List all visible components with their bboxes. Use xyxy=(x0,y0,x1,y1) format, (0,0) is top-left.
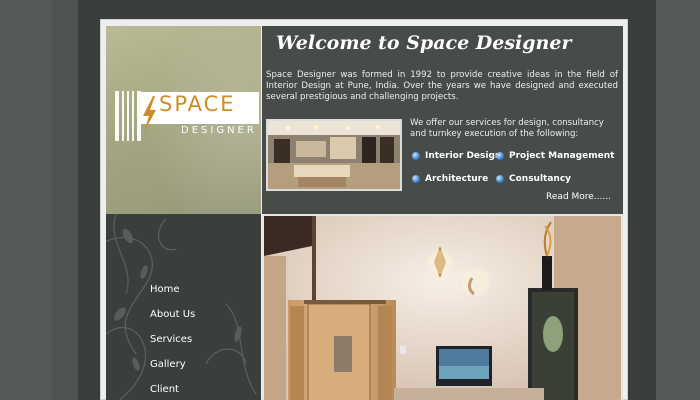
interior-thumbnail-photo xyxy=(266,119,402,191)
service-label: Project Management xyxy=(509,151,615,161)
service-project-management[interactable]: Project Management xyxy=(496,151,614,161)
navigation-panel: Home About Us Services Gallery Client xyxy=(106,214,261,400)
bullet-icon xyxy=(412,152,420,160)
nav-item-services[interactable]: Services xyxy=(150,334,192,345)
service-label: Interior Design xyxy=(425,151,502,161)
intro-panel: Welcome to Space Designer Space Designer… xyxy=(262,26,623,214)
lightning-bolt-icon xyxy=(143,96,156,132)
service-label: Consultancy xyxy=(509,174,572,184)
interior-feature-photo xyxy=(262,214,623,400)
site-logo[interactable]: SPACE DESIGNER xyxy=(109,90,259,146)
welcome-heading: Welcome to Space Designer xyxy=(276,32,572,54)
bullet-icon xyxy=(412,175,420,183)
nav-item-gallery[interactable]: Gallery xyxy=(150,359,186,370)
service-architecture[interactable]: Architecture xyxy=(412,174,488,184)
service-interior-design[interactable]: Interior Design xyxy=(412,151,501,161)
background-band-left xyxy=(52,0,78,400)
nav-item-about-us[interactable]: About Us xyxy=(150,309,195,320)
floral-swirl-decoration xyxy=(106,214,257,400)
read-more-link[interactable]: Read More...... xyxy=(546,192,611,202)
intro-paragraph: Space Designer was formed in 1992 to pro… xyxy=(266,70,618,102)
services-intro-text: We offer our services for design, consul… xyxy=(410,118,604,139)
kitchen-interior-illustration xyxy=(268,121,400,189)
logo-word-designer: DESIGNER xyxy=(181,125,257,136)
nav-item-home[interactable]: Home xyxy=(150,284,180,295)
logo-stripes-graphic xyxy=(115,91,141,141)
bullet-icon xyxy=(496,175,504,183)
logo-panel: SPACE DESIGNER xyxy=(106,26,261,214)
logo-word-space: SPACE xyxy=(159,92,236,116)
bullet-icon xyxy=(496,152,504,160)
nav-item-client[interactable]: Client xyxy=(150,384,179,395)
service-consultancy[interactable]: Consultancy xyxy=(496,174,571,184)
service-label: Architecture xyxy=(425,174,489,184)
room-interior-illustration xyxy=(264,216,621,400)
